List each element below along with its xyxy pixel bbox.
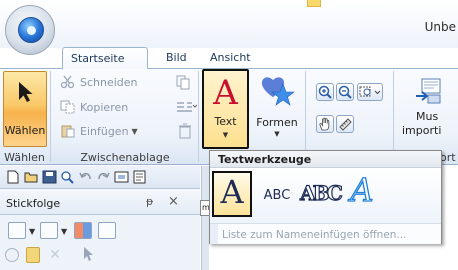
group-label-import: ort bbox=[440, 151, 456, 164]
open-folder-icon[interactable] bbox=[24, 170, 39, 184]
name-list-link: Liste zum Nameneinfügen öffnen... bbox=[222, 229, 407, 241]
import-label-2: importi bbox=[402, 124, 442, 137]
pan-hand-icon[interactable] bbox=[316, 115, 334, 133]
copy-format-icon[interactable] bbox=[175, 74, 191, 90]
title-marker bbox=[307, 0, 321, 7]
frame-icon[interactable] bbox=[98, 222, 116, 239]
select-button-label: Wählen bbox=[4, 124, 46, 137]
redo-icon[interactable] bbox=[96, 170, 111, 184]
paste-icon bbox=[61, 125, 75, 138]
app-logo-icon bbox=[18, 17, 44, 43]
text-tool-item[interactable]: A bbox=[212, 171, 252, 217]
popup-gallery: A ABC ABC A bbox=[210, 168, 441, 223]
canvas-edge bbox=[201, 166, 209, 270]
text-button[interactable]: A Text ▼ bbox=[202, 69, 249, 149]
tab-bild[interactable]: Bild bbox=[158, 49, 198, 67]
panel-header: Stickfolge ᵽ × bbox=[0, 189, 200, 215]
monogram-item[interactable]: ABC bbox=[300, 171, 344, 217]
text-dropdown-icon: ▼ bbox=[222, 131, 229, 139]
group-divider bbox=[393, 71, 394, 162]
realistic-view-icon[interactable] bbox=[132, 170, 147, 184]
tree-icon[interactable] bbox=[40, 222, 58, 239]
tab-startseite[interactable]: Startseite bbox=[62, 47, 148, 69]
text-tools-popup: Textwerkzeuge A ABC ABC A Liste zum Name… bbox=[209, 150, 442, 244]
group-label-waehlen: Wählen bbox=[4, 151, 45, 164]
import-label-1: Mus bbox=[416, 110, 439, 123]
select-button[interactable]: Wählen bbox=[3, 71, 47, 147]
window-title: Unbe bbox=[424, 20, 456, 34]
group-label-clipboard: Zwischenablage bbox=[80, 151, 170, 164]
tree-dropdown-icon[interactable]: ▼ bbox=[61, 227, 67, 236]
save-icon[interactable] bbox=[42, 170, 57, 184]
shapes-button[interactable]: Formen ▼ bbox=[253, 71, 301, 147]
script-a-icon: A bbox=[350, 170, 374, 209]
text-a-icon: A bbox=[213, 73, 238, 113]
text-a-icon: A bbox=[220, 173, 244, 211]
import-icon bbox=[416, 78, 441, 104]
visibility-icon[interactable] bbox=[5, 248, 19, 262]
quick-access-toolbar bbox=[0, 166, 200, 189]
cut-button[interactable]: Schneiden bbox=[60, 73, 138, 91]
delete-icon[interactable]: ✕ bbox=[46, 247, 64, 263]
group-divider bbox=[305, 71, 306, 162]
text-button-label: Text bbox=[214, 115, 237, 128]
shapes-dropdown-icon: ▼ bbox=[274, 130, 280, 138]
group-divider bbox=[198, 71, 199, 162]
zoom-in-icon[interactable] bbox=[316, 83, 334, 101]
script-text-item[interactable]: A bbox=[342, 170, 382, 217]
copy-button[interactable]: Kopieren bbox=[60, 98, 128, 116]
paste-dropdown-icon: ▼ bbox=[131, 126, 138, 136]
arrange-icon[interactable] bbox=[175, 99, 197, 115]
group-divider bbox=[50, 71, 51, 162]
panel-close-icon[interactable]: × bbox=[168, 194, 179, 209]
print-preview-icon[interactable] bbox=[60, 170, 75, 184]
shapes-button-label: Formen bbox=[256, 116, 298, 129]
name-list-row[interactable]: Liste zum Nameneinfügen öffnen... bbox=[210, 223, 441, 244]
popup-title: Textwerkzeuge bbox=[210, 151, 441, 168]
view-icon[interactable] bbox=[114, 170, 129, 184]
tab-ansicht[interactable]: Ansicht bbox=[202, 49, 258, 67]
measure-icon[interactable] bbox=[336, 115, 354, 133]
small-text-item[interactable]: ABC bbox=[258, 171, 296, 217]
undo-icon[interactable] bbox=[78, 170, 93, 184]
copy-icon bbox=[60, 100, 75, 114]
lock-icon[interactable] bbox=[26, 247, 40, 263]
title-bar: Unbe bbox=[0, 0, 458, 48]
cut-label: Schneiden bbox=[80, 75, 138, 89]
pointer-icon[interactable] bbox=[82, 246, 94, 262]
pattern-import-button[interactable]: Mus importi bbox=[397, 71, 458, 147]
cursor-arrow-icon bbox=[19, 82, 33, 102]
paste-button[interactable]: Einfügen ▼ bbox=[60, 122, 138, 140]
copy-label: Kopieren bbox=[80, 100, 129, 114]
panel-toolbar: ▼ ▼ ✕ bbox=[0, 215, 200, 270]
heart-star-icon bbox=[261, 77, 295, 106]
application-menu-button[interactable] bbox=[5, 5, 55, 55]
name-list-square bbox=[210, 224, 218, 244]
pin-icon[interactable]: ᵽ bbox=[146, 195, 153, 208]
small-text-icon: ABC bbox=[263, 188, 291, 203]
zoom-fit-dropdown[interactable] bbox=[357, 83, 383, 101]
display-mode-dropdown-icon[interactable]: ▼ bbox=[29, 227, 35, 236]
panel-title: Stickfolge bbox=[6, 197, 61, 210]
monogram-icon: ABC bbox=[300, 180, 344, 205]
paste-label: Einfügen bbox=[80, 124, 129, 138]
new-file-icon[interactable] bbox=[6, 170, 21, 184]
trash-icon[interactable] bbox=[178, 123, 192, 139]
scissors-icon bbox=[60, 75, 75, 89]
display-mode-icon[interactable] bbox=[8, 222, 26, 239]
zoom-out-icon[interactable] bbox=[336, 83, 354, 101]
color-sort-icon[interactable] bbox=[74, 222, 92, 239]
